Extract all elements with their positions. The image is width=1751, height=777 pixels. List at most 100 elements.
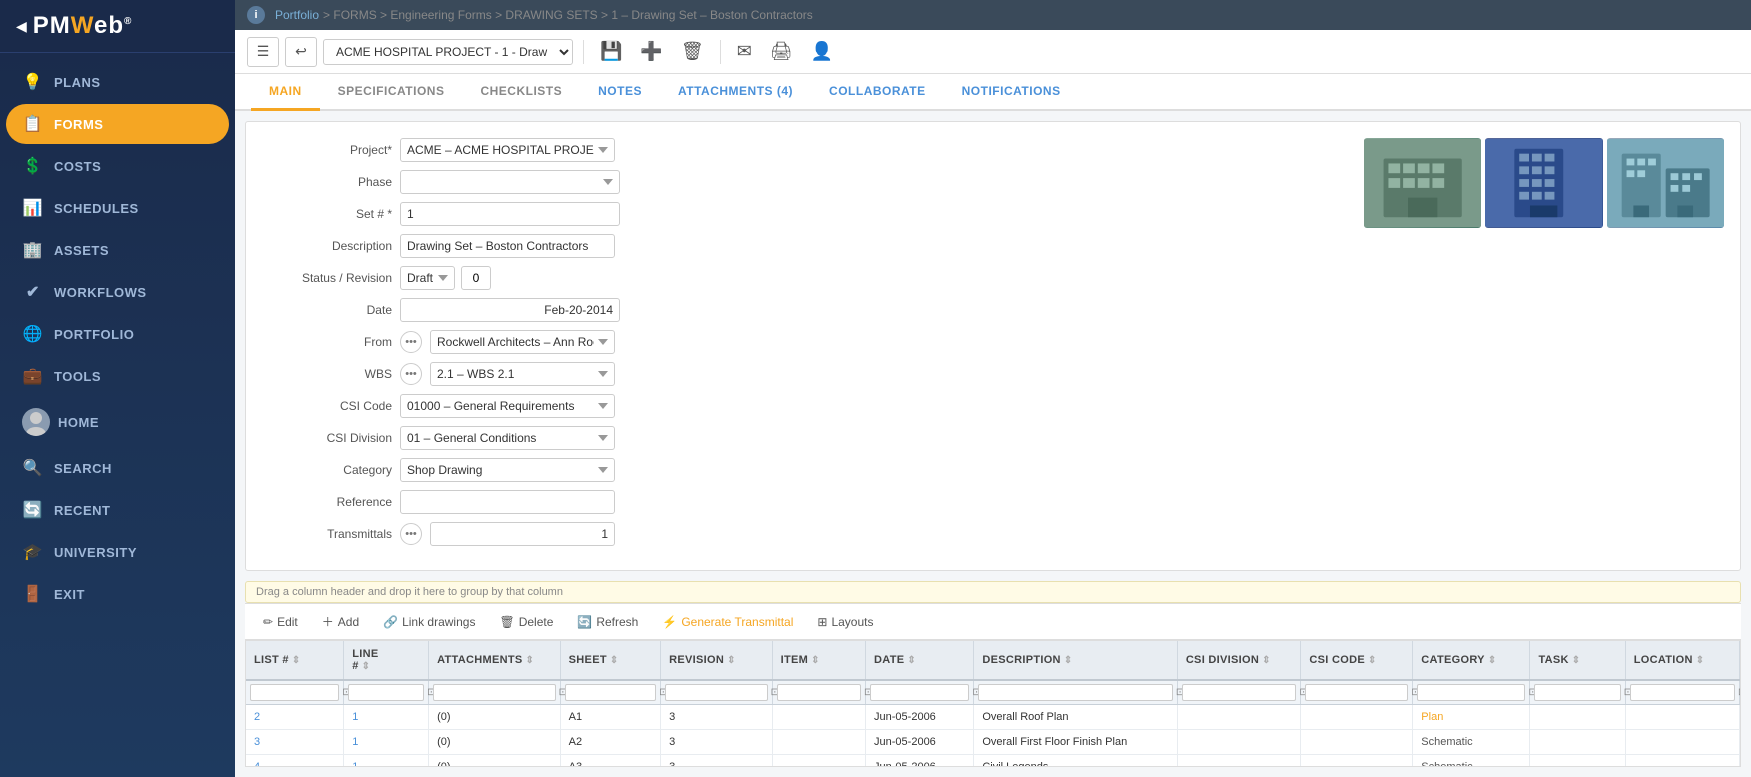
cell-list[interactable]: 4: [246, 755, 344, 768]
sidebar-item-assets[interactable]: 🏢 ASSETS: [6, 230, 229, 270]
add-detail-btn[interactable]: ＋ Add: [314, 610, 367, 633]
tab-notes[interactable]: NOTES: [580, 74, 660, 111]
cell-list[interactable]: 3: [246, 730, 344, 755]
email-btn[interactable]: ✉: [731, 37, 758, 66]
sidebar-item-recent[interactable]: 🔄 RECENT: [6, 490, 229, 530]
sidebar-item-plans[interactable]: 💡 PLANS: [6, 62, 229, 102]
filter-date[interactable]: [870, 684, 969, 701]
generate-btn[interactable]: ⚡ Generate Transmittal: [654, 612, 801, 632]
cell-line[interactable]: 1: [344, 730, 429, 755]
tab-checklists[interactable]: CHECKLISTS: [462, 74, 580, 111]
link-drawings-btn[interactable]: 🔗 Link drawings: [375, 612, 483, 632]
back-arrow[interactable]: ◀: [16, 18, 27, 35]
cell-attach: (0): [429, 755, 561, 768]
delete-detail-btn[interactable]: 🗑 Delete: [491, 612, 561, 632]
form-images: [1364, 138, 1724, 554]
sidebar-item-university[interactable]: 🎓 UNIVERSITY: [6, 532, 229, 572]
cell-category: Plan: [1413, 705, 1530, 730]
save-btn[interactable]: 💾: [594, 37, 628, 66]
project-select[interactable]: ACME HOSPITAL PROJECT - 1 - Draw: [323, 39, 573, 65]
set-field[interactable]: 1: [400, 202, 620, 226]
sidebar-item-schedules[interactable]: 📊 SCHEDULES: [6, 188, 229, 228]
sidebar-item-home[interactable]: HOME: [6, 398, 229, 446]
sidebar-item-tools[interactable]: 💼 TOOLS: [6, 356, 229, 396]
filter-category[interactable]: [1417, 684, 1525, 701]
cell-line[interactable]: 1: [344, 705, 429, 730]
tab-collaborate[interactable]: COLLABORATE: [811, 74, 944, 111]
sidebar-item-exit[interactable]: 🚪 EXIT: [6, 574, 229, 614]
revision-field[interactable]: [461, 266, 491, 290]
phase-field[interactable]: [400, 170, 620, 194]
reference-label: Reference: [262, 495, 392, 509]
filter-csi-div[interactable]: [1182, 684, 1297, 701]
sidebar-item-workflows[interactable]: ✔ WORKFLOWS: [6, 272, 229, 312]
filter-task[interactable]: [1534, 684, 1620, 701]
cell-list[interactable]: 2: [246, 705, 344, 730]
csi-division-field[interactable]: 01 – General Conditions: [400, 426, 615, 450]
description-row: Description Drawing Set – Boston Contrac…: [262, 234, 1344, 258]
print-btn[interactable]: 🖨: [764, 37, 799, 66]
filter-attach[interactable]: [433, 684, 556, 701]
sidebar-item-label: PLANS: [54, 75, 101, 90]
col-attachments: ATTACHMENTS⇕: [429, 641, 561, 680]
nav-icon-university: 🎓: [22, 542, 44, 562]
add-btn[interactable]: ➕: [634, 37, 668, 66]
edit-icon: ✏: [263, 615, 273, 629]
content-area: Project* ACME – ACME HOSPITAL PROJECT Ph…: [235, 111, 1751, 777]
category-field[interactable]: Shop Drawing: [400, 458, 615, 482]
filter-desc[interactable]: [978, 684, 1172, 701]
project-label: Project*: [262, 143, 392, 157]
sidebar-item-search[interactable]: 🔍 SEARCH: [6, 448, 229, 488]
sidebar-item-label: EXIT: [54, 587, 85, 602]
filter-revision[interactable]: [665, 684, 768, 701]
undo-btn[interactable]: ↩: [285, 37, 317, 67]
csi-code-field[interactable]: 01000 – General Requirements: [400, 394, 615, 418]
col-csi-code: CSI CODE⇕: [1301, 641, 1413, 680]
filter-location-btn[interactable]: ⊡: [1735, 686, 1741, 699]
from-field[interactable]: Rockwell Architects – Ann Rockwell: [430, 330, 615, 354]
filter-sheet[interactable]: [565, 684, 656, 701]
refresh-icon: 🔄: [577, 615, 592, 629]
sidebar-item-costs[interactable]: 💲 COSTS: [6, 146, 229, 186]
status-field[interactable]: Draft: [400, 266, 455, 290]
date-field[interactable]: [400, 298, 620, 322]
layouts-btn[interactable]: ⊞ Layouts: [809, 612, 881, 632]
filter-list[interactable]: [250, 684, 339, 701]
filter-item[interactable]: [777, 684, 861, 701]
wbs-dots-btn[interactable]: •••: [400, 363, 422, 385]
project-field[interactable]: ACME – ACME HOSPITAL PROJECT: [400, 138, 615, 162]
tab-specifications[interactable]: SPECIFICATIONS: [320, 74, 463, 111]
tab-notifications[interactable]: NOTIFICATIONS: [944, 74, 1079, 111]
cell-csi-code: [1301, 755, 1413, 768]
delete-btn[interactable]: 🗑: [675, 37, 710, 66]
user-btn[interactable]: 👤: [805, 37, 839, 66]
cell-revision: 3: [661, 730, 773, 755]
data-table-wrap: LIST #⇕ LINE#⇕ ATTACHMENTS⇕ SHEET⇕ REVIS…: [245, 640, 1741, 767]
description-label: Description: [262, 239, 392, 253]
breadcrumb-portfolio[interactable]: Portfolio: [275, 8, 319, 22]
sidebar-item-forms[interactable]: 📋 FORMS: [6, 104, 229, 144]
tabs-bar: MAINSPECIFICATIONSCHECKLISTSNOTESATTACHM…: [235, 74, 1751, 111]
info-icon[interactable]: i: [247, 6, 265, 24]
table-row: 4 1 (0) A3 3 Jun-05-2006 Civil Legends S…: [246, 755, 1740, 768]
tab-main[interactable]: MAIN: [251, 74, 320, 111]
filter-line[interactable]: [348, 684, 424, 701]
transmittals-field[interactable]: [430, 522, 615, 546]
cell-csi-division: [1177, 755, 1301, 768]
menu-icon-btn[interactable]: ☰: [247, 37, 279, 67]
sidebar-item-portfolio[interactable]: 🌐 PORTFOLIO: [6, 314, 229, 354]
filter-csi-code[interactable]: [1305, 684, 1408, 701]
tab-attachments[interactable]: ATTACHMENTS (4): [660, 74, 811, 111]
from-dots-btn[interactable]: •••: [400, 331, 422, 353]
filter-location[interactable]: [1630, 684, 1735, 701]
cell-line[interactable]: 1: [344, 755, 429, 768]
wbs-field[interactable]: 2.1 – WBS 2.1: [430, 362, 615, 386]
description-field[interactable]: Drawing Set – Boston Contractors: [400, 234, 615, 258]
edit-btn[interactable]: ✏ Edit: [255, 612, 306, 632]
project-image-2: [1485, 138, 1602, 228]
sidebar-nav: 💡 PLANS📋 FORMS💲 COSTS📊 SCHEDULES🏢 ASSETS…: [0, 53, 235, 777]
refresh-btn[interactable]: 🔄 Refresh: [569, 612, 646, 632]
transmittals-dots-btn[interactable]: •••: [400, 523, 422, 545]
reference-field[interactable]: [400, 490, 615, 514]
sidebar-item-label: UNIVERSITY: [54, 545, 137, 560]
